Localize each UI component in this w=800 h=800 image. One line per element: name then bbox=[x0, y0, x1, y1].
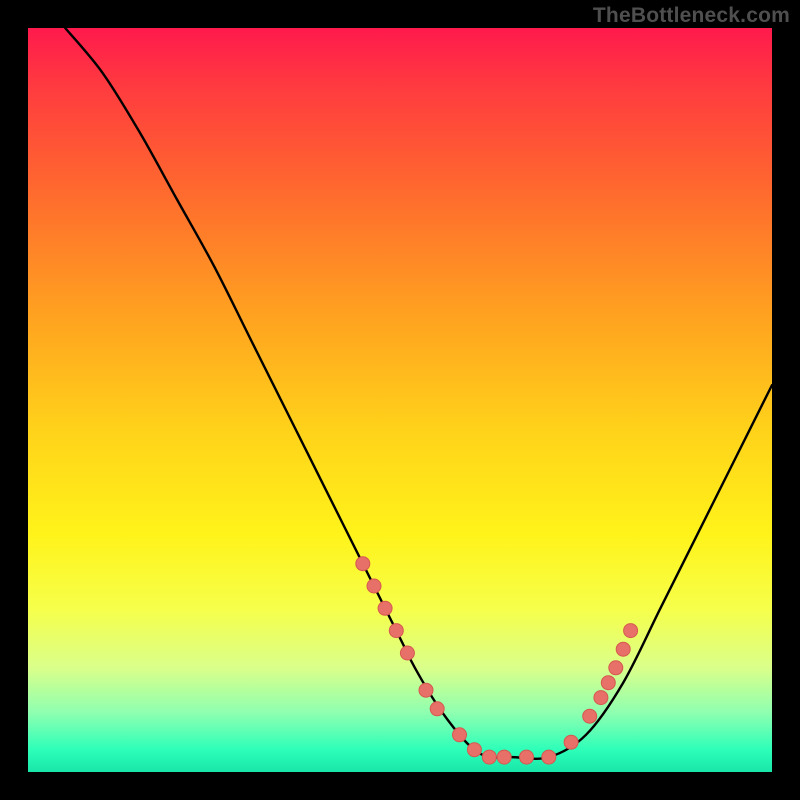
highlight-dot bbox=[400, 646, 414, 660]
highlight-dot bbox=[616, 642, 630, 656]
highlight-dot bbox=[542, 750, 556, 764]
highlight-dot bbox=[378, 601, 392, 615]
highlight-dot bbox=[609, 661, 623, 675]
highlight-dot bbox=[356, 557, 370, 571]
highlight-dot bbox=[601, 676, 615, 690]
watermark-text: TheBottleneck.com bbox=[593, 4, 790, 28]
highlight-dot bbox=[482, 750, 496, 764]
highlight-dot bbox=[520, 750, 534, 764]
highlight-dot bbox=[497, 750, 511, 764]
highlight-dots bbox=[356, 557, 638, 764]
highlight-dot bbox=[564, 735, 578, 749]
chart-plot-area bbox=[28, 28, 772, 772]
highlight-dot bbox=[389, 624, 403, 638]
highlight-dot bbox=[453, 728, 467, 742]
highlight-dot bbox=[624, 624, 638, 638]
highlight-dot bbox=[594, 691, 608, 705]
bottleneck-curve bbox=[65, 28, 772, 759]
highlight-dot bbox=[367, 579, 381, 593]
highlight-dot bbox=[430, 702, 444, 716]
highlight-dot bbox=[419, 683, 433, 697]
highlight-dot bbox=[583, 709, 597, 723]
chart-svg bbox=[28, 28, 772, 772]
highlight-dot bbox=[467, 743, 481, 757]
